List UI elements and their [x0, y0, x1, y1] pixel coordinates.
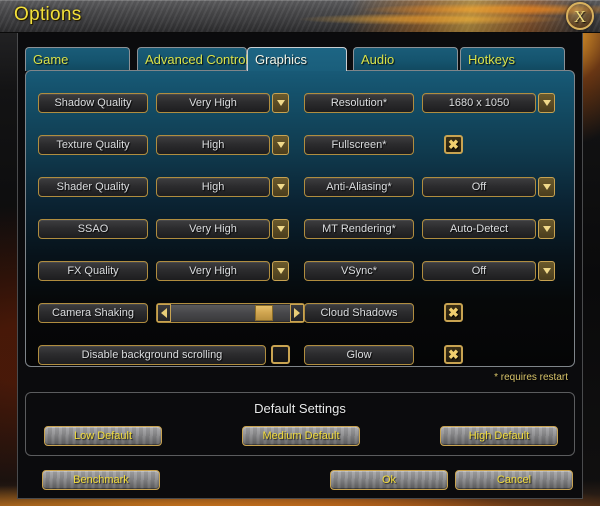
fullscreen-label-button[interactable]: Fullscreen* [304, 135, 414, 155]
shadow-quality-label-button[interactable]: Shadow Quality [38, 93, 148, 113]
chevron-down-glyph [542, 268, 551, 274]
low-default-button[interactable]: Low Default [44, 426, 162, 446]
fx-quality-label-button[interactable]: FX Quality [38, 261, 148, 281]
chevron-down-glyph [542, 100, 551, 106]
default-settings-title: Default Settings [254, 401, 346, 416]
ssao-dropdown-value: Very High [156, 219, 270, 239]
chevron-down-glyph [276, 142, 285, 148]
ssao-label-button[interactable]: SSAO [38, 219, 148, 239]
disable-background-scrolling-label-button[interactable]: Disable background scrolling [38, 345, 266, 365]
camera-shaking-label-button[interactable]: Camera Shaking [38, 303, 148, 323]
tab-label: Game [33, 52, 69, 67]
tab-label: Graphics [255, 52, 308, 67]
tab-advanced-controls[interactable]: Advanced Controls [137, 47, 255, 71]
shadow-quality-dropdown[interactable]: Very High [156, 93, 289, 113]
chevron-down-glyph [276, 184, 285, 190]
ok-button[interactable]: Ok [330, 470, 448, 490]
fx-quality-dropdown-value: Very High [156, 261, 270, 281]
anti-aliasing-dropdown[interactable]: Off [422, 177, 555, 197]
disable-background-scrolling-checkbox[interactable] [271, 345, 290, 364]
tab-audio[interactable]: Audio [353, 47, 458, 71]
chevron-down-glyph [542, 184, 551, 190]
resolution-dropdown[interactable]: 1680 x 1050 [422, 93, 555, 113]
slider-right-arrow-icon[interactable] [290, 304, 304, 322]
shadow-quality-dropdown-value: Very High [156, 93, 270, 113]
options-dialog: Options X Game Advanced Controls Graphics A… [0, 0, 600, 506]
chevron-down-glyph [276, 268, 285, 274]
resolution-label-button[interactable]: Resolution* [304, 93, 414, 113]
check-x-icon: ✖ [448, 305, 459, 320]
cancel-button[interactable]: Cancel [455, 470, 573, 490]
texture-quality-dropdown-value: High [156, 135, 270, 155]
mt-rendering-label-button[interactable]: MT Rendering* [304, 219, 414, 239]
cloud-shadows-label-button[interactable]: Cloud Shadows [304, 303, 414, 323]
chevron-down-icon[interactable] [272, 135, 289, 155]
anti-aliasing-dropdown-value: Off [422, 177, 536, 197]
mt-rendering-dropdown[interactable]: Auto-Detect [422, 219, 555, 239]
mt-rendering-dropdown-value: Auto-Detect [422, 219, 536, 239]
vsync-dropdown[interactable]: Off [422, 261, 555, 281]
cloud-shadows-checkbox[interactable]: ✖ [444, 303, 463, 322]
chevron-down-glyph [276, 226, 285, 232]
check-x-icon: ✖ [448, 347, 459, 362]
tab-label: Audio [361, 52, 395, 67]
camera-shaking-slider[interactable] [156, 303, 305, 323]
glow-label-button[interactable]: Glow [304, 345, 414, 365]
triangle-right-glyph [294, 308, 300, 318]
title-bar: Options X [0, 0, 600, 33]
tab-hotkeys[interactable]: Hotkeys [460, 47, 565, 71]
default-settings-group: Default Settings Low Default Medium Defa… [25, 392, 575, 456]
slider-left-arrow-icon[interactable] [157, 304, 171, 322]
slider-thumb[interactable] [255, 305, 274, 321]
chevron-down-icon[interactable] [538, 177, 555, 197]
texture-quality-dropdown[interactable]: High [156, 135, 289, 155]
anti-aliasing-label-button[interactable]: Anti-Aliasing* [304, 177, 414, 197]
triangle-left-glyph [161, 308, 167, 318]
shader-quality-dropdown-value: High [156, 177, 270, 197]
tab-strip: Game Advanced Controls Graphics Audio Hotkey… [25, 47, 575, 71]
high-default-button[interactable]: High Default [440, 426, 558, 446]
chevron-down-icon[interactable] [272, 93, 289, 113]
chevron-down-glyph [276, 100, 285, 106]
shader-quality-dropdown[interactable]: High [156, 177, 289, 197]
glow-checkbox[interactable]: ✖ [444, 345, 463, 364]
chevron-down-icon[interactable] [272, 261, 289, 281]
shader-quality-label-button[interactable]: Shader Quality [38, 177, 148, 197]
resolution-dropdown-value: 1680 x 1050 [422, 93, 536, 113]
medium-default-button[interactable]: Medium Default [242, 426, 360, 446]
vsync-label-button[interactable]: VSync* [304, 261, 414, 281]
close-button[interactable]: X [566, 2, 594, 30]
tab-label: Advanced Controls [145, 52, 255, 67]
fullscreen-checkbox[interactable]: ✖ [444, 135, 463, 154]
chevron-down-icon[interactable] [272, 219, 289, 239]
close-icon: X [573, 6, 587, 26]
texture-quality-label-button[interactable]: Texture Quality [38, 135, 148, 155]
chevron-down-icon[interactable] [272, 177, 289, 197]
check-x-icon: ✖ [448, 137, 459, 152]
chevron-down-icon[interactable] [538, 219, 555, 239]
chevron-down-icon[interactable] [538, 261, 555, 281]
tab-graphics[interactable]: Graphics [247, 47, 347, 71]
vsync-dropdown-value: Off [422, 261, 536, 281]
chevron-down-glyph [542, 226, 551, 232]
benchmark-button[interactable]: Benchmark [42, 470, 160, 490]
tab-label: Hotkeys [468, 52, 515, 67]
window-title: Options [14, 4, 82, 25]
ssao-dropdown[interactable]: Very High [156, 219, 289, 239]
chevron-down-icon[interactable] [538, 93, 555, 113]
graphics-settings-panel: Shadow Quality Very High Texture Quality Hi… [25, 70, 575, 367]
fx-quality-dropdown[interactable]: Very High [156, 261, 289, 281]
tab-game[interactable]: Game [25, 47, 130, 71]
requires-restart-note: * requires restart [494, 372, 568, 383]
slider-track[interactable] [171, 304, 290, 322]
